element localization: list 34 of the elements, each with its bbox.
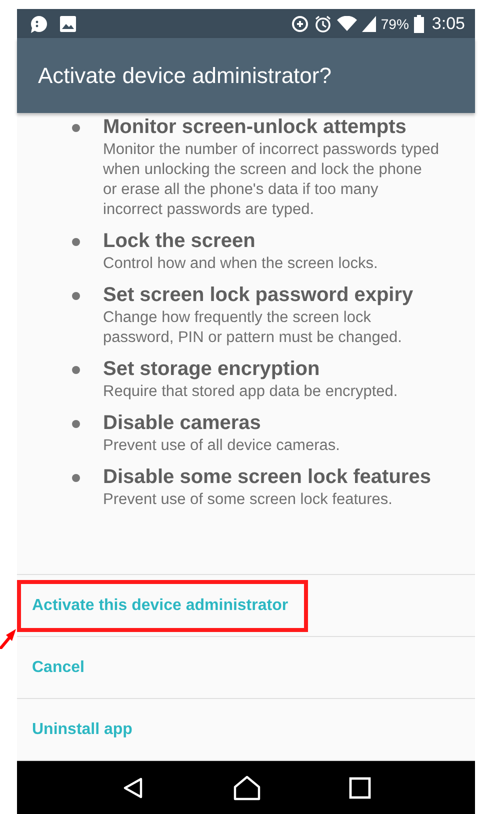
back-icon[interactable] bbox=[121, 776, 145, 800]
permission-description: Change how frequently the screen lock password, PIN or pattern must be changed. bbox=[103, 308, 403, 348]
action-button[interactable]: Uninstall app bbox=[17, 706, 152, 752]
bullet bbox=[72, 474, 80, 482]
data-saver-icon bbox=[290, 14, 309, 32]
permission-title: Set screen lock password expiry bbox=[103, 283, 414, 308]
bullet bbox=[72, 238, 80, 246]
permission-description: Prevent use of all device cameras. bbox=[103, 436, 340, 456]
action-button[interactable]: Cancel bbox=[17, 644, 104, 690]
recents-icon[interactable] bbox=[349, 776, 371, 798]
permission-description: Monitor the number of incorrect passwords typed when unlocking the screen and lock the phone or erase all the phone's data if too many incorrect passwords are typed. bbox=[103, 140, 439, 220]
bullet bbox=[72, 420, 80, 428]
battery-percent: 79% bbox=[380, 16, 409, 32]
alarm-icon bbox=[314, 14, 332, 32]
chat-bubble-icon bbox=[29, 14, 49, 34]
bullet bbox=[72, 124, 80, 132]
image-icon bbox=[59, 14, 77, 32]
signal-icon bbox=[362, 16, 376, 32]
bullet bbox=[72, 292, 80, 300]
action-button[interactable]: Activate this device administrator bbox=[17, 580, 308, 632]
permission-description: Require that stored app data be encrypted. bbox=[103, 382, 398, 402]
permission-title: Disable cameras bbox=[103, 411, 262, 436]
bullet bbox=[72, 366, 80, 374]
permission-title: Set storage encryption bbox=[103, 357, 321, 382]
permission-title: Monitor screen-unlock attempts bbox=[103, 115, 408, 140]
wifi-icon bbox=[336, 16, 357, 32]
dialog-title: Activate device administrator? bbox=[38, 62, 332, 88]
battery-icon bbox=[414, 14, 424, 32]
permission-title: Disable some screen lock features bbox=[103, 465, 431, 490]
home-icon[interactable] bbox=[233, 774, 261, 800]
clock: 3:05 bbox=[432, 14, 465, 34]
permission-description: Prevent use of some screen lock features. bbox=[103, 490, 394, 510]
permission-description: Control how and when the screen locks. bbox=[103, 254, 378, 274]
permission-title: Lock the screen bbox=[103, 229, 256, 254]
